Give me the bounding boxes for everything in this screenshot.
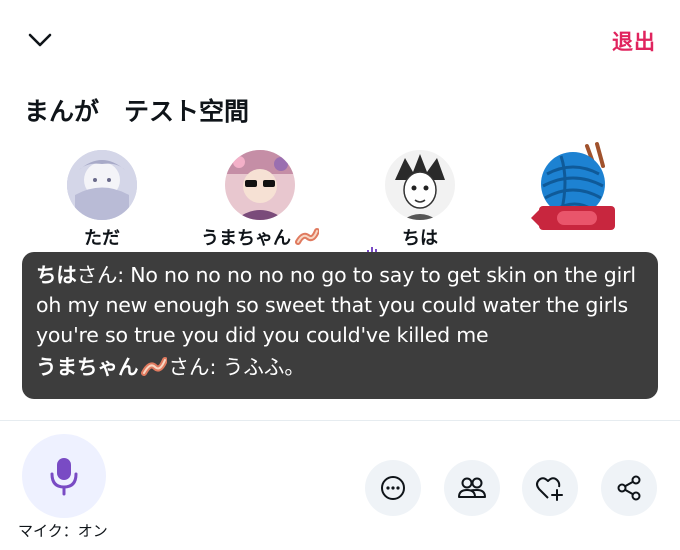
share-button[interactable] [601,460,657,516]
participant-listener[interactable] [506,142,646,230]
collapse-button[interactable] [24,26,56,54]
caption-text: : No no no no no no go to say to get ski… [36,263,636,347]
microphone-icon [50,458,78,496]
divider [0,420,680,421]
caption-line-2: うまちゃん さん: うふふ。 [36,352,644,382]
bacon-icon [140,357,167,376]
react-button[interactable] [522,460,578,516]
caption-line-1: ちはさん: No no no no no no go to say to get… [36,260,644,350]
leave-button[interactable]: 退出 [612,26,656,56]
room-title: まんが テスト空間 [24,97,250,126]
caption-honorific: さん [76,263,118,287]
live-caption-box: ちはさん: No no no no no no go to say to get… [22,252,658,399]
chevron-down-icon [28,33,52,47]
bacon-icon [295,228,319,245]
microphone-button[interactable] [22,434,106,518]
avatar [67,150,137,220]
participant-name: ただ [84,228,120,249]
participant-speaker-1[interactable]: うまちゃん [190,150,330,250]
participant-name-row: うまちゃん [201,224,319,250]
microphone-status-label: マイク：オン [18,522,108,540]
people-icon [458,477,486,498]
avatar [531,142,615,230]
more-button[interactable] [365,460,421,516]
top-bar: 退出 [0,0,680,80]
share-icon [617,475,641,501]
participant-name: ちは [402,228,438,249]
more-icon [381,476,405,500]
caption-speaker: ちは [36,263,77,287]
caption-honorific: さん [168,355,210,379]
caption-text: : うふふ。 [209,355,305,379]
caption-speaker: うまちゃん [36,355,139,379]
avatar [385,150,455,220]
participant-host[interactable]: ただ [32,150,172,250]
heart-plus-icon [536,477,563,501]
avatar [225,150,295,220]
participant-speaker-2[interactable]: ちは [350,150,490,250]
participant-name: うまちゃん [201,228,291,249]
participants-button[interactable] [444,460,500,516]
